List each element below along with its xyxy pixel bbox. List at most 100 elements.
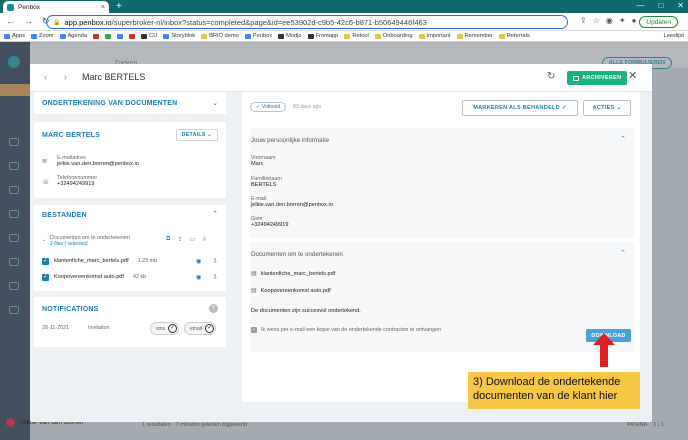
bookmark-modjo[interactable]: Modjo	[278, 33, 302, 39]
signing-card[interactable]: ONDERTEKENING VAN DOCUMENTEN ⌄	[34, 92, 226, 114]
collapse-icon[interactable]: ⌄	[42, 237, 46, 243]
zoom-icon	[30, 33, 37, 39]
file-row[interactable]: ✓ Koopovereenkomst auto.pdf 42 kb ◉ ⇩	[42, 273, 218, 281]
folder-icon	[418, 33, 425, 39]
files-card: BESTANDEN ⌃ ⌄ Documenten om te onderteke…	[34, 205, 226, 291]
share-icon[interactable]: ⇪	[580, 16, 587, 25]
sms-badge[interactable]: sms ✓	[150, 322, 180, 335]
document-icon: ▤	[251, 288, 257, 294]
upload-icon[interactable]: ⇪	[177, 236, 182, 243]
details-button[interactable]: DETAILS ⌄	[175, 129, 218, 141]
download-icon[interactable]: ⇩	[213, 257, 218, 265]
bookmark-remember[interactable]: Remember	[456, 33, 493, 39]
field-value: +32494249919	[251, 222, 289, 228]
previous-icon[interactable]: ‹	[44, 72, 47, 82]
forward-icon[interactable]: →	[24, 16, 33, 27]
penbox-icon	[244, 33, 251, 39]
actions-button[interactable]: ACTIES ⌄	[583, 100, 631, 116]
close-window-icon[interactable]: ✕	[677, 1, 684, 10]
file-name: klantenfiche_marc_bertels.pdf	[54, 258, 129, 264]
url-input[interactable]: 🔒 app.penbox.io/superbroker-nl/inbox?sta…	[46, 15, 568, 29]
bookmark-a[interactable]	[117, 33, 124, 39]
bookmark-important[interactable]: Important	[418, 33, 451, 39]
mark-handled-button[interactable]: MARKEREN ALS BEHANDELD ✓	[462, 100, 578, 116]
minimize-icon[interactable]: —	[636, 1, 644, 10]
contact-card: MARC BERTELS DETAILS ⌄ ✉ E-mailadres jel…	[34, 122, 226, 198]
annotation-line-2: documenten van de klant hier	[473, 390, 618, 402]
avatar	[6, 418, 15, 427]
status-label: Voltooid	[261, 104, 281, 110]
email-value: jelkie.van.den.borren@penbox.io	[57, 161, 139, 167]
file-checkbox[interactable]: ✓	[42, 273, 49, 281]
folder-icon[interactable]: ▭	[189, 236, 195, 243]
chevron-down-icon[interactable]: ⌄	[212, 99, 218, 107]
eye-icon[interactable]: ◉	[196, 273, 202, 281]
bookmark-storyblok[interactable]: Storyblok	[163, 33, 195, 39]
puzzle-icon[interactable]: ✦	[619, 16, 626, 25]
eye-icon[interactable]: ◉	[196, 257, 202, 265]
field-value: Marc	[251, 161, 264, 167]
notifications-card: NOTIFICATIONS + 28-11-2021 Invitation sm…	[34, 297, 226, 347]
back-icon[interactable]: ←	[6, 16, 15, 27]
sms-label: sms	[156, 325, 166, 332]
lock-icon: 🔒	[53, 19, 61, 26]
bookmark-agenda[interactable]: Agenda	[59, 33, 87, 39]
update-button[interactable]: Updaten	[639, 16, 678, 28]
bookmark-onboarding[interactable]: Onboarding	[374, 33, 413, 39]
bookmark-penbox[interactable]: Penbox	[244, 33, 272, 39]
star-icon[interactable]: ☆	[593, 16, 600, 25]
bookmark-drive[interactable]	[105, 33, 112, 39]
copy-label: Ik wens per e-mail een kopie van de onde…	[261, 327, 442, 333]
email-badge-label: email	[190, 325, 202, 332]
close-tab-icon[interactable]: ×	[101, 4, 105, 11]
phone-icon: ☏	[42, 180, 50, 186]
document-item[interactable]: ▤ Koopovereenkomst auto.pdf	[251, 287, 331, 295]
bookmark-b[interactable]	[129, 33, 136, 39]
signed-message: De documenten zijn succesvol ondertekend…	[251, 308, 361, 314]
bookmark-gmail[interactable]	[93, 33, 100, 39]
bookmark-zoom[interactable]: Zoom	[30, 33, 54, 39]
reading-list[interactable]: Leeslijst	[663, 33, 684, 39]
calendar-icon	[59, 33, 66, 39]
profile-icon[interactable]: ●	[632, 16, 637, 25]
submission-age: 83 days ago	[293, 104, 322, 110]
document-name: Koopovereenkomst auto.pdf	[260, 287, 331, 294]
folder-icon	[201, 33, 208, 39]
browser-tab-bar: Penbox × + — □ ✕	[0, 0, 688, 13]
field-value: jelkie.van.den.borren@penbox.io	[251, 202, 333, 208]
file-checkbox[interactable]: ✓	[42, 257, 49, 265]
bookmark-retool[interactable]: Retool	[344, 33, 369, 39]
maximize-icon[interactable]: □	[658, 1, 663, 10]
notification-date: 28-11-2021	[42, 325, 70, 331]
tab-title: Penbox	[18, 3, 41, 11]
copy-icon[interactable]: ⧉	[166, 236, 170, 243]
download-icon[interactable]: ⇩	[213, 273, 218, 281]
pagination-value: 1 / 1	[653, 422, 664, 428]
file-row[interactable]: ✓ klantenfiche_marc_bertels.pdf 1.23 mb …	[42, 257, 218, 265]
bookmark-cu[interactable]: CU	[141, 33, 157, 39]
document-item[interactable]: ▤ klantenfiche_marc_bertels.pdf	[251, 270, 335, 278]
chevron-up-icon[interactable]: ⌃	[212, 210, 218, 218]
notifications-title: NOTIFICATIONS	[42, 306, 99, 313]
new-tab-icon[interactable]: +	[116, 1, 122, 12]
email-badge[interactable]: email ✓	[184, 322, 216, 335]
url-path: /superbroker-nl/inbox?status=completed&p…	[111, 17, 427, 27]
bookmark-frontapp[interactable]: Frontapp	[307, 33, 338, 39]
bookmark-referrals[interactable]: Referrals	[498, 33, 530, 39]
chevron-up-icon[interactable]: ⌃	[620, 135, 626, 143]
archive-button[interactable]: ARCHIVEREN	[567, 71, 628, 85]
bookmarks-bar: Apps Zoom Agenda CU Storyblok BRIO demo …	[0, 31, 688, 42]
next-icon[interactable]: ›	[64, 72, 67, 82]
chevron-up-icon[interactable]: ⌃	[620, 249, 626, 257]
add-notification-icon[interactable]: +	[209, 304, 218, 313]
copy-checkbox[interactable]: ✓	[251, 327, 257, 333]
apps-icon	[4, 33, 10, 39]
browser-tab[interactable]: Penbox ×	[3, 1, 109, 13]
extension-icon[interactable]: ◉	[606, 16, 613, 25]
close-icon[interactable]: ✕	[628, 69, 637, 82]
arrow-up-icon	[593, 333, 615, 367]
download-all-icon[interactable]: ⇩	[202, 236, 207, 243]
bookmark-brio[interactable]: BRIO demo	[201, 33, 239, 39]
refresh-icon[interactable]: ↻	[547, 71, 555, 82]
bookmark-apps[interactable]: Apps	[4, 33, 25, 39]
